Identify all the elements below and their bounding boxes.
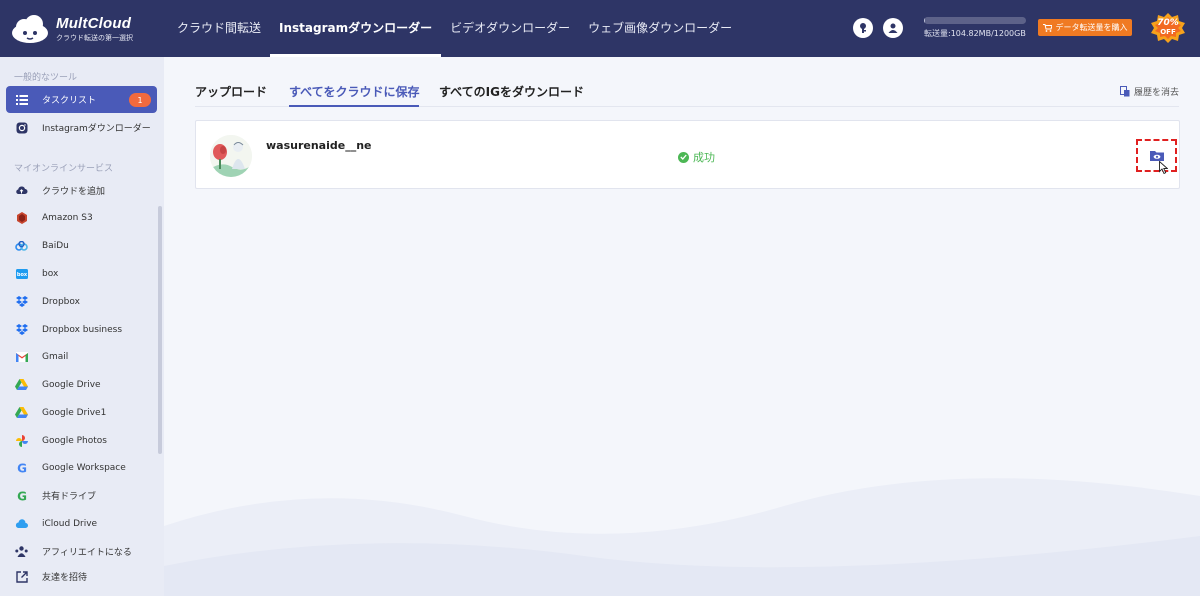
sidebar-item-google-drive1[interactable]: Google Drive1 xyxy=(6,399,157,426)
promo-percent: 70% xyxy=(1157,18,1179,28)
clear-history-icon xyxy=(1119,86,1130,97)
amazon-s3-icon xyxy=(15,211,28,224)
sidebar-item-box[interactable]: box box xyxy=(6,260,157,287)
clear-history-label: 履歴を消去 xyxy=(1133,88,1179,98)
sidebar-item-google-drive[interactable]: Google Drive xyxy=(6,371,157,398)
sidebar-item-label: 友達を招待 xyxy=(42,573,88,583)
tab-save-all-to-cloud[interactable]: すべてをクラウドに保存 xyxy=(289,83,420,107)
google-drive-icon xyxy=(15,378,28,391)
nav-instagram-downloader[interactable]: Instagramダウンローダー xyxy=(270,0,442,57)
top-bar: MultCloud クラウド転送の第一選択 クラウド間転送 Instagramダ… xyxy=(0,0,1200,57)
sidebar-item-label: Google Photos xyxy=(42,435,107,446)
top-nav: クラウド間転送 Instagramダウンローダー ビデオダウンローダー ウェブ画… xyxy=(168,0,741,57)
google-photos-icon xyxy=(15,434,28,447)
sidebar-item-instagram-downloader[interactable]: Instagramダウンローダー xyxy=(6,114,157,141)
sidebar-item-label: クラウドを追加 xyxy=(42,187,106,197)
sidebar: 一般的なツール タスクリスト 1 Instagramダウンローダー マイオンライ… xyxy=(0,57,164,596)
status-text: 成功 xyxy=(693,151,715,164)
sidebar-item-google-workspace[interactable]: G Google Workspace xyxy=(6,454,157,481)
sidebar-item-dropbox-business[interactable]: Dropbox business xyxy=(6,316,157,343)
check-circle-icon xyxy=(678,151,689,163)
sidebar-item-label: BaiDu xyxy=(42,240,69,251)
task-row: wasurenaide__ne 成功 xyxy=(195,120,1180,189)
background-wave xyxy=(164,478,1200,596)
brand-title: MultCloud xyxy=(56,15,132,32)
sidebar-item-label: 共有ドライブ xyxy=(42,492,97,502)
cart-icon xyxy=(1042,23,1052,32)
nav-web-image-downloader[interactable]: ウェブ画像ダウンローダー xyxy=(579,0,741,57)
sidebar-item-label: Instagramダウンローダー xyxy=(42,124,151,134)
icloud-icon xyxy=(15,517,28,530)
sidebar-item-amazon-s3[interactable]: Amazon S3 xyxy=(6,204,157,231)
view-in-cloud-button[interactable] xyxy=(1136,139,1177,174)
nav-video-downloader[interactable]: ビデオダウンローダー xyxy=(441,0,579,57)
sidebar-item-label: iCloud Drive xyxy=(42,518,98,529)
clear-history-button[interactable]: 履歴を消去 xyxy=(1119,85,1179,98)
usage-bar xyxy=(924,17,1026,24)
sidebar-item-google-photos[interactable]: Google Photos xyxy=(6,427,157,454)
brand-subtitle: クラウド転送の第一選択 xyxy=(56,34,133,42)
avatar xyxy=(210,135,252,177)
buy-traffic-label: データ転送量を購入 xyxy=(1055,23,1128,32)
sidebar-item-gmail[interactable]: Gmail xyxy=(6,343,157,370)
svg-text:box: box xyxy=(16,272,27,278)
logo[interactable]: MultCloud クラウド転送の第一選択 xyxy=(10,14,133,44)
sidebar-item-task-list[interactable]: タスクリスト 1 xyxy=(6,86,157,113)
instagram-icon xyxy=(15,121,28,134)
sidebar-item-label: Dropbox xyxy=(42,296,80,307)
usage-text: 転送量:104.82MB/1200GB xyxy=(924,29,1026,38)
sidebar-item-label: Gmail xyxy=(42,351,69,362)
key-icon[interactable] xyxy=(853,18,873,38)
dropbox-business-icon xyxy=(15,323,28,336)
user-icon[interactable] xyxy=(883,18,903,38)
section-general-tools: 一般的なツール xyxy=(14,73,78,83)
sidebar-item-dropbox[interactable]: Dropbox xyxy=(6,288,157,315)
sidebar-item-label: タスクリスト xyxy=(42,96,97,106)
sidebar-item-baidu[interactable]: BaiDu xyxy=(6,232,157,259)
tab-download-all-ig[interactable]: すべてのIGをダウンロード xyxy=(439,83,584,107)
sidebar-item-label: Amazon S3 xyxy=(42,212,93,223)
main-content: アップロード すべてをクラウドに保存 すべてのIGをダウンロード 履歴を消去 w… xyxy=(164,57,1200,596)
sidebar-item-label: Google Drive1 xyxy=(42,407,107,418)
tab-upload[interactable]: アップロード xyxy=(195,83,267,107)
task-count-badge: 1 xyxy=(129,93,151,107)
box-icon: box xyxy=(15,267,28,280)
sidebar-item-label: Google Workspace xyxy=(42,462,126,473)
sidebar-item-label: Google Drive xyxy=(42,379,101,390)
baidu-icon xyxy=(15,239,28,252)
promo-badge[interactable]: 70% OFF xyxy=(1148,12,1188,44)
affiliate-icon xyxy=(15,545,28,558)
sidebar-item-icloud-drive[interactable]: iCloud Drive xyxy=(6,510,157,537)
invite-icon xyxy=(15,570,28,583)
dropbox-icon xyxy=(15,295,28,308)
svg-text:G: G xyxy=(17,462,27,474)
sidebar-item-invite-friends[interactable]: 友達を招待 xyxy=(6,563,157,590)
usage-meter: 転送量:104.82MB/1200GB xyxy=(924,17,1026,39)
tab-bar: アップロード すべてをクラウドに保存 すべてのIGをダウンロード 履歴を消去 xyxy=(195,83,1179,107)
section-my-online-services: マイオンラインサービス xyxy=(14,164,114,174)
sidebar-item-affiliate[interactable]: アフィリエイトになる xyxy=(6,538,157,565)
nav-cloud-transfer[interactable]: クラウド間転送 xyxy=(168,0,270,57)
buy-traffic-button[interactable]: データ転送量を購入 xyxy=(1038,19,1132,36)
mouse-cursor-icon xyxy=(1159,161,1168,174)
usage-bar-fill xyxy=(924,17,925,24)
sidebar-item-shared-drive[interactable]: G 共有ドライブ xyxy=(6,482,157,509)
google-shared-drive-icon: G xyxy=(15,489,28,502)
gmail-icon xyxy=(15,350,28,363)
google-workspace-icon: G xyxy=(15,461,28,474)
cloud-upload-icon xyxy=(15,184,28,197)
sidebar-item-add-cloud[interactable]: クラウドを追加 xyxy=(6,177,157,204)
multcloud-logo-icon xyxy=(10,14,50,44)
instagram-username: wasurenaide__ne xyxy=(266,139,372,152)
folder-eye-icon xyxy=(1149,151,1164,161)
google-drive-icon xyxy=(15,406,28,419)
sidebar-item-label: Dropbox business xyxy=(42,324,123,335)
list-icon xyxy=(15,93,28,106)
promo-off: OFF xyxy=(1160,28,1176,36)
status-badge: 成功 xyxy=(678,149,715,165)
sidebar-item-label: アフィリエイトになる xyxy=(42,548,132,558)
sidebar-scrollbar[interactable] xyxy=(158,206,162,454)
sidebar-item-label: box xyxy=(42,268,59,279)
svg-text:G: G xyxy=(17,490,27,502)
